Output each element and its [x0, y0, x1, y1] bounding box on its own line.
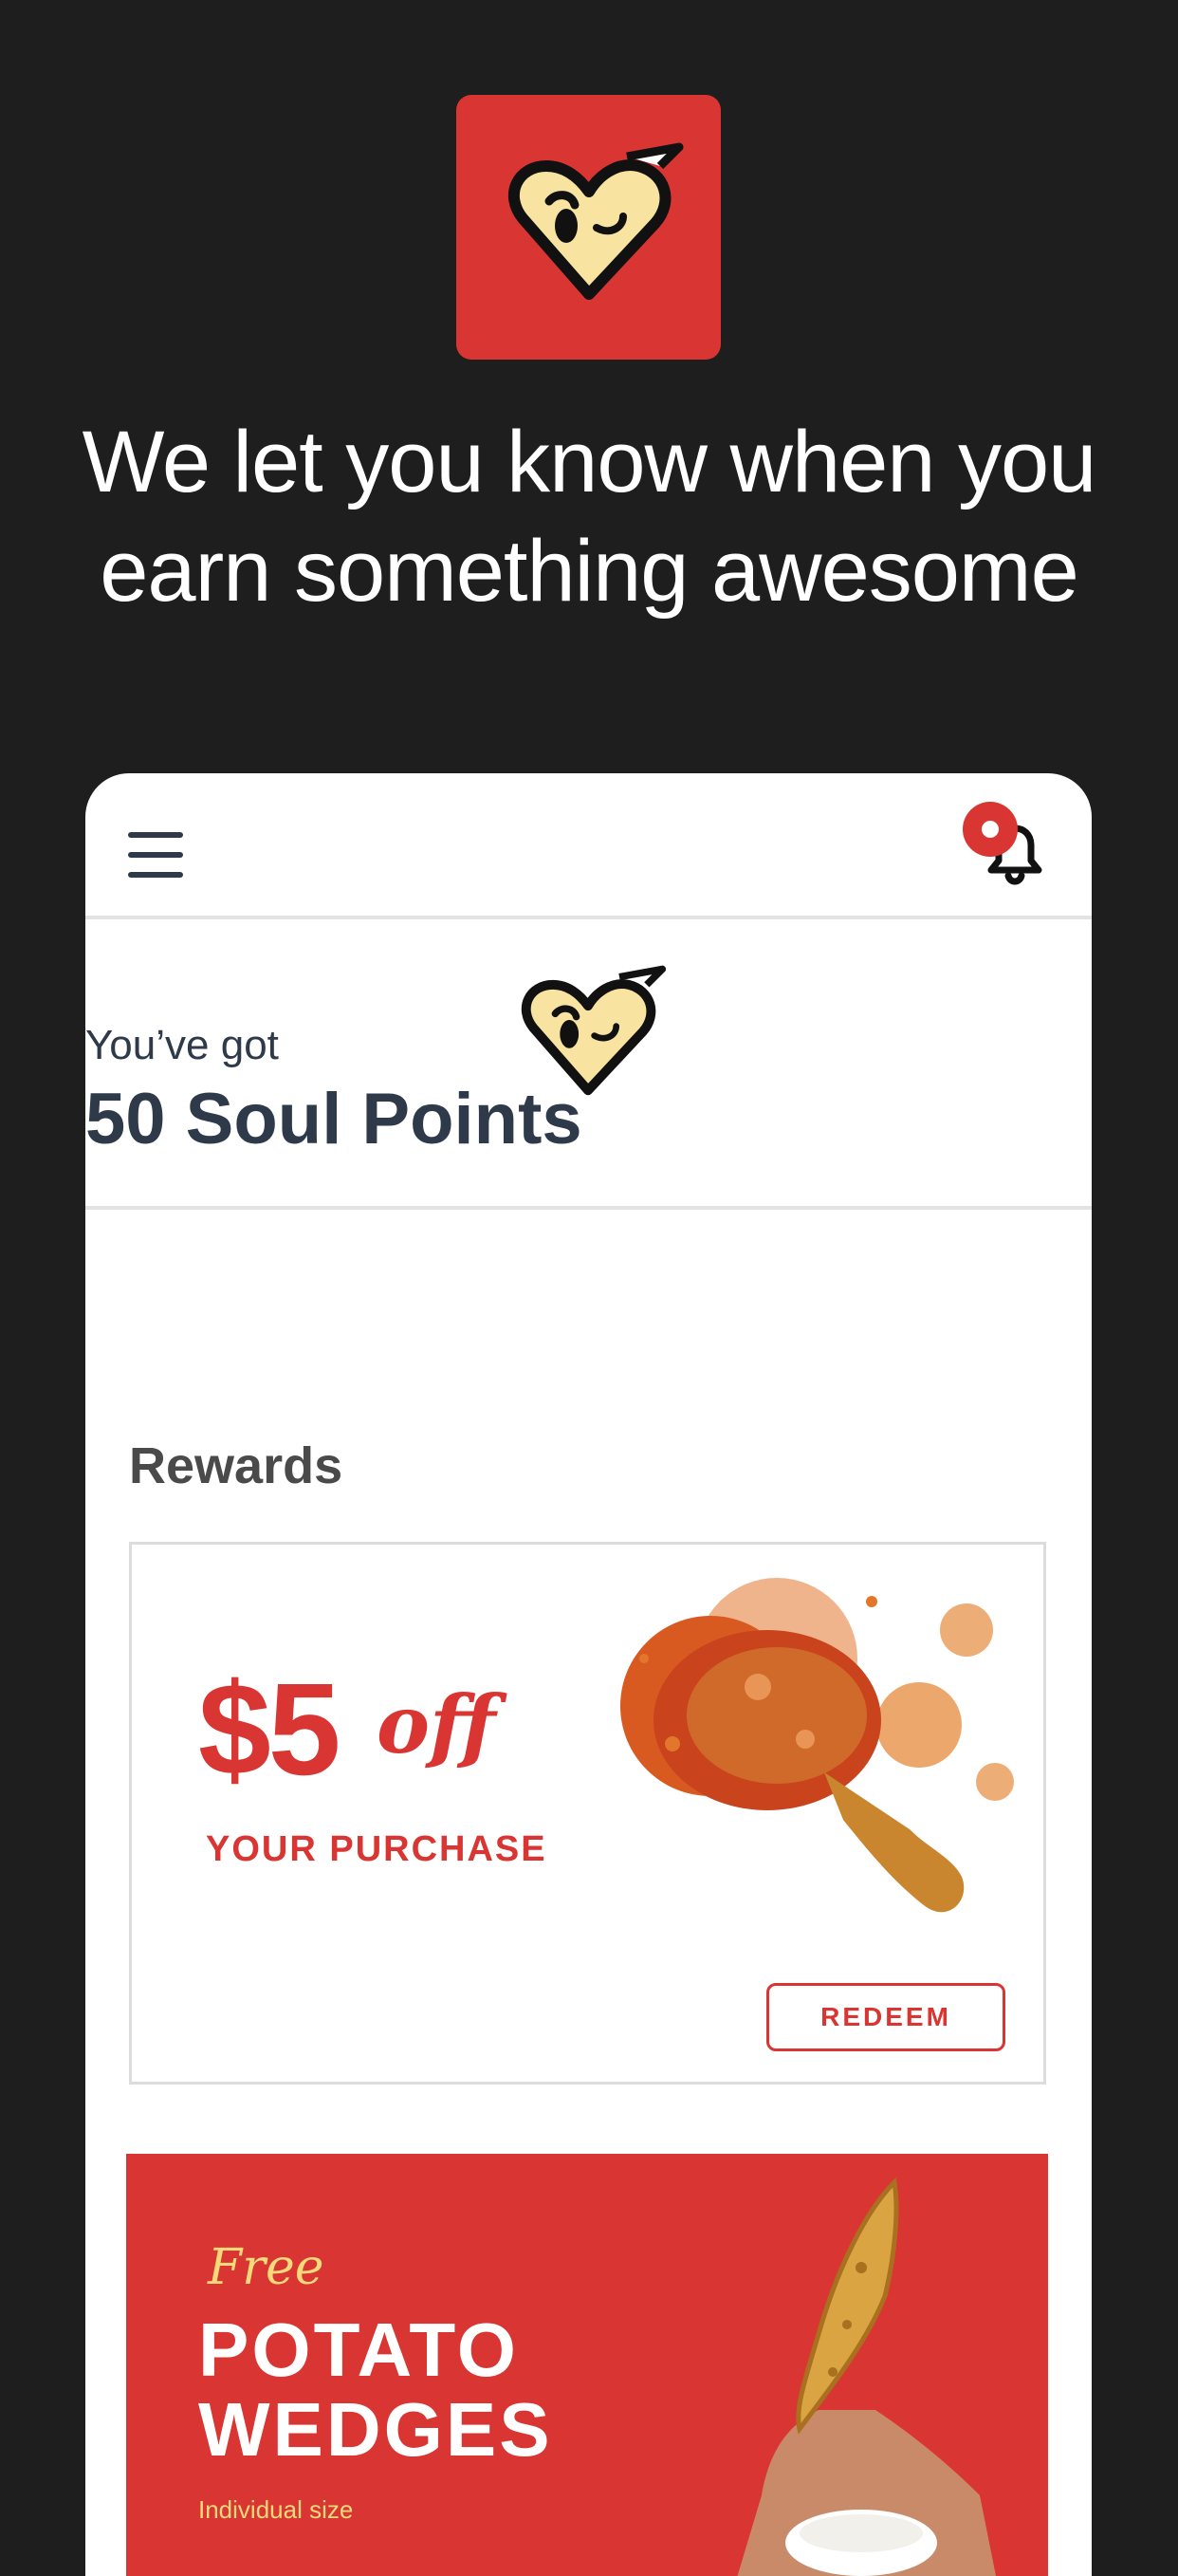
reward-amount: $5: [198, 1657, 341, 1803]
app-icon: [456, 95, 721, 360]
points-title: 50 Soul Points: [85, 1079, 582, 1159]
reward-card-5-off[interactable]: $5 off YOUR PURCHASE REDEEM: [129, 1542, 1046, 2085]
notifications-button[interactable]: [963, 802, 1058, 897]
reward-card-potato-wedges[interactable]: Free POTATO WEDGES Individual size: [126, 2154, 1048, 2576]
redeem-button[interactable]: REDEEM: [766, 1983, 1005, 2051]
reward-note: Individual size: [198, 2495, 354, 2524]
app-top-bar: [85, 773, 1092, 919]
hamburger-menu-icon[interactable]: [128, 832, 183, 878]
notification-badge: [963, 802, 1018, 857]
reward-title: POTATO WEDGES: [198, 2307, 553, 2472]
heart-bird-logo-icon: [507, 142, 683, 300]
chicken-drumstick-image: [620, 1578, 1014, 1913]
points-subtitle: You’ve got: [85, 1022, 279, 1068]
promo-headline: We let you know when you earn something …: [82, 414, 1097, 620]
app-preview-card: You’ve got 50 Soul Points Rewards $5 off…: [85, 773, 1092, 2576]
reward-subtitle: YOUR PURCHASE: [206, 1829, 547, 1869]
potato-wedge-image: [737, 2177, 996, 2576]
reward-prefix: Free: [208, 2239, 324, 2296]
reward-amount-suffix: off: [377, 1677, 496, 1771]
rewards-title: Rewards: [129, 1437, 343, 1494]
